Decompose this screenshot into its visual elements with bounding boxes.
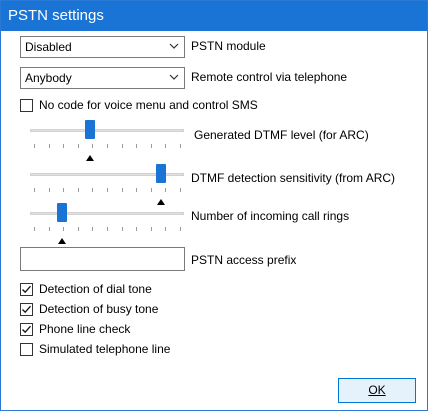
slider-tick [150, 227, 152, 231]
slider-tick [92, 188, 94, 192]
slider-thumb[interactable] [85, 120, 96, 139]
chevron-down-icon [169, 74, 179, 80]
check-icon [22, 305, 31, 314]
simulated-line-label: Simulated telephone line [39, 342, 171, 356]
slider-tick [63, 144, 65, 148]
pstn-module-dropdown[interactable]: Disabled [20, 36, 185, 58]
slider-tick [180, 227, 181, 231]
slider-tick [150, 144, 152, 148]
line-check-label: Phone line check [39, 322, 131, 336]
chevron-down-icon [169, 43, 179, 49]
remote-control-dropdown[interactable]: Anybody [20, 67, 185, 89]
dtmf-sensitivity-label: DTMF detection sensitivity (from ARC) [191, 171, 396, 185]
slider-tick [150, 188, 152, 192]
no-code-label: No code for voice menu and control SMS [39, 98, 258, 112]
slider-tick [121, 188, 123, 192]
slider-tick [121, 227, 123, 231]
slider-tick [180, 144, 181, 148]
pstn-module-value: Disabled [25, 40, 72, 54]
slider-tick [34, 188, 35, 192]
slider-tick [165, 188, 167, 192]
check-icon [22, 285, 31, 294]
slider-thumb[interactable] [57, 203, 68, 222]
slider-track [30, 212, 184, 215]
slider-tick [92, 144, 94, 148]
slider-tick [165, 144, 167, 148]
remote-control-value: Anybody [25, 71, 72, 85]
slider-tick [107, 144, 108, 148]
busy-tone-label: Detection of busy tone [39, 302, 159, 316]
slider-tick [121, 144, 123, 148]
pstn-settings-dialog: PSTN settings Disabled PSTN module Anybo… [0, 0, 428, 411]
dtmf-level-label: Generated DTMF level (for ARC) [194, 128, 369, 142]
line-check-checkbox[interactable] [20, 323, 33, 336]
check-icon [22, 325, 31, 334]
no-code-checkbox[interactable] [20, 99, 33, 112]
slider-tick [77, 227, 79, 231]
pstn-module-label: PSTN module [191, 39, 266, 53]
slider-tick [136, 144, 138, 148]
slider-track [30, 129, 184, 132]
slider-thumb[interactable] [155, 164, 166, 183]
busy-tone-checkbox[interactable] [20, 303, 33, 316]
triangle-up-icon [86, 155, 95, 161]
dial-tone-label: Detection of dial tone [39, 282, 152, 296]
slider-tick [180, 188, 181, 192]
slider-tick [63, 188, 65, 192]
slider-tick [77, 188, 79, 192]
slider-tick [48, 227, 50, 231]
dial-tone-checkbox[interactable] [20, 283, 33, 296]
ok-button[interactable]: OK [338, 378, 416, 403]
pstn-prefix-label: PSTN access prefix [191, 253, 297, 267]
ok-label: OK [368, 383, 386, 397]
slider-tick [92, 227, 94, 231]
slider-tick [34, 144, 35, 148]
window-title: PSTN settings [1, 1, 427, 31]
slider-tick [77, 144, 79, 148]
slider-tick [48, 188, 50, 192]
slider-tick [34, 227, 35, 231]
slider-tick [136, 188, 138, 192]
slider-tick [63, 227, 65, 231]
slider-tick [48, 144, 50, 148]
slider-tick [107, 188, 108, 192]
slider-tick [107, 227, 108, 231]
triangle-up-icon [156, 199, 165, 205]
slider-tick [136, 227, 138, 231]
slider-tick [165, 227, 167, 231]
remote-control-label: Remote control via telephone [191, 70, 348, 84]
call-rings-label: Number of incoming call rings [191, 209, 350, 223]
simulated-line-checkbox[interactable] [20, 343, 33, 356]
pstn-prefix-input[interactable] [20, 247, 185, 271]
triangle-up-icon [58, 238, 67, 244]
